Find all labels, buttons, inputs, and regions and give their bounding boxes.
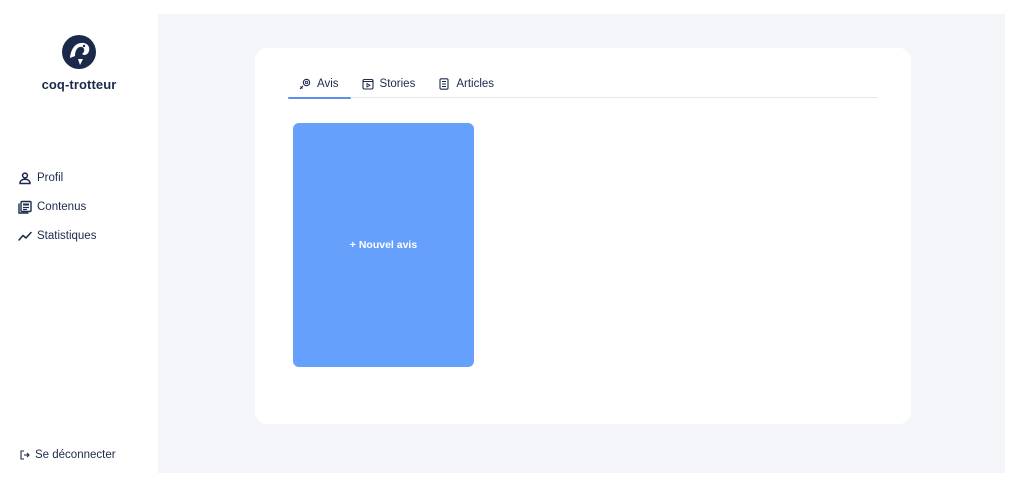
logout-icon — [20, 450, 30, 460]
main-area: Avis Stories Articles + Nouvel avis — [158, 14, 1005, 473]
review-icon — [299, 78, 311, 89]
sidebar-item-label: Contenus — [37, 200, 87, 213]
tab-avis[interactable]: Avis — [288, 70, 351, 99]
content-card: Avis Stories Articles + Nouvel avis — [255, 48, 911, 424]
sidebar-item-contenus[interactable]: Contenus — [18, 192, 96, 221]
sidebar-nav: Profil Contenus Statistiques — [18, 163, 96, 250]
sidebar-item-label: Profil — [37, 171, 64, 184]
play-icon — [361, 78, 374, 90]
new-review-label: + Nouvel avis — [349, 239, 418, 251]
rooster-logo-icon[interactable] — [58, 32, 100, 72]
new-review-button[interactable]: + Nouvel avis — [293, 123, 474, 367]
logout-button[interactable]: Se déconnecter — [20, 449, 116, 461]
content-icon — [18, 200, 32, 214]
tab-stories[interactable]: Stories — [351, 70, 428, 97]
sidebar: coq-trotteur Profil Contenus Statistique… — [0, 0, 158, 481]
document-icon — [439, 77, 449, 90]
sidebar-item-profil[interactable]: Profil — [18, 163, 96, 192]
sidebar-item-label: Statistiques — [37, 229, 97, 242]
tab-label: Avis — [317, 77, 339, 90]
logout-label: Se déconnecter — [35, 449, 116, 461]
tab-label: Stories — [379, 77, 416, 90]
tab-bar: Avis Stories Articles — [288, 70, 878, 99]
sidebar-item-statistiques[interactable]: Statistiques — [18, 221, 96, 250]
brand-name: coq-trotteur — [41, 77, 117, 92]
tab-articles[interactable]: Articles — [427, 70, 506, 97]
user-icon — [19, 171, 31, 184]
chart-line-icon — [18, 231, 32, 241]
tab-label: Articles — [456, 77, 495, 90]
